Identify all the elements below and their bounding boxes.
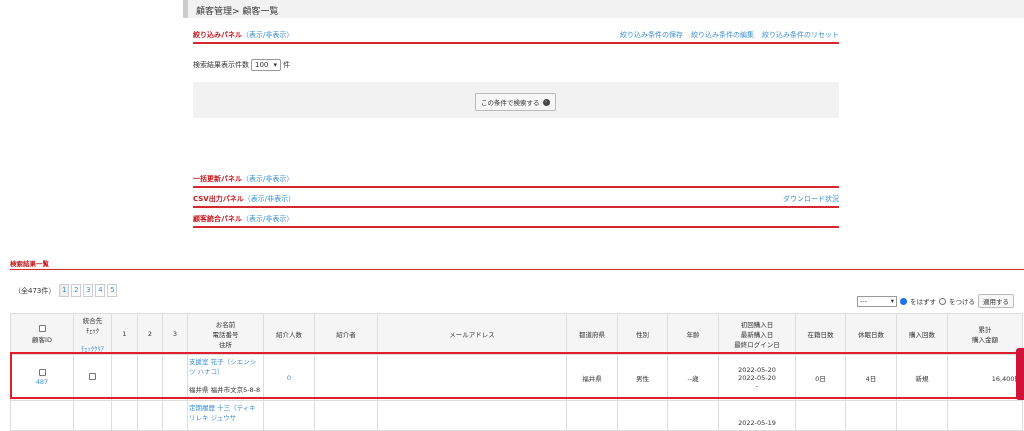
page-3[interactable]: 3: [83, 284, 94, 297]
side-tab[interactable]: [1016, 348, 1024, 400]
filter-panel-header: 絞り込みパネル（表示/非表示） 絞り込み条件の保存 絞り込み条件の編集 絞り込み条件…: [193, 30, 839, 44]
page-5[interactable]: 5: [107, 284, 118, 297]
bulk-action-bar: --- ▾ をはずす をつける 適用する: [857, 294, 1014, 308]
header-purchases: 購入回数: [896, 313, 948, 355]
header-id: 顧客ID: [32, 335, 52, 344]
page-1[interactable]: 1: [59, 284, 70, 297]
header-total-amount: 購入金額: [972, 336, 998, 344]
total-count: （全473件）: [14, 286, 56, 295]
select-all-checkbox[interactable]: [38, 324, 46, 332]
edit-filter-link[interactable]: 絞り込み条件の編集: [691, 31, 754, 39]
arrow-right-icon: ›: [542, 98, 550, 106]
customer-name-link[interactable]: 定期履歴 十三（ティキリレキ ジュウサ: [189, 404, 256, 422]
page-4[interactable]: 4: [95, 284, 106, 297]
apply-button[interactable]: 適用する: [978, 294, 1014, 308]
header-first-purchase: 初回購入日: [740, 321, 774, 329]
first-purchase: 2022-05-19: [738, 419, 776, 427]
download-status-link[interactable]: ダウンロード状況: [783, 195, 839, 203]
header-last-login: 最終ログイン日: [734, 341, 780, 349]
header-1: 1: [111, 313, 138, 355]
breadcrumb: 顧客管理> 顧客一覧: [183, 0, 1024, 18]
header-address: 住所: [219, 341, 232, 349]
pagination: （全473件） 12345: [14, 284, 119, 297]
reset-filter-link[interactable]: 絞り込み条件のリセット: [762, 31, 839, 39]
bulk-panel-title: 一括更新パネル: [193, 175, 242, 183]
header-email: メールアドレス: [377, 313, 567, 355]
header-merge-check: ﾁｪｯｸ: [86, 327, 99, 335]
filter-panel-toggle[interactable]: （表示/非表示）: [242, 31, 293, 39]
radio-remove[interactable]: [900, 297, 907, 305]
merge-panel-toggle[interactable]: （表示/非表示）: [242, 215, 293, 223]
filter-panel-title: 絞り込みパネル: [193, 31, 242, 39]
header-merge: 統合先: [82, 317, 103, 325]
bulk-panel-toggle[interactable]: （表示/非表示）: [242, 175, 293, 183]
bulk-select-value: ---: [860, 296, 868, 305]
header-2: 2: [137, 313, 163, 355]
header-age: 年齢: [667, 313, 719, 355]
per-page-label: 検索結果表示件数: [193, 61, 249, 69]
results-title: 検索結果一覧: [10, 258, 1024, 270]
per-page-value: 100: [255, 61, 269, 69]
save-filter-link[interactable]: 絞り込み条件の保存: [620, 31, 683, 39]
header-total: 累計: [978, 326, 992, 334]
bulk-select[interactable]: --- ▾: [857, 295, 897, 307]
per-page-select[interactable]: 100 ▾: [251, 59, 281, 71]
chevron-down-icon: ▾: [273, 61, 277, 69]
radio-remove-label: をはずす: [910, 298, 936, 306]
header-latest-purchase: 最新購入日: [740, 331, 774, 339]
search-button[interactable]: この条件で検索する ›: [475, 93, 556, 111]
search-area: この条件で検索する ›: [193, 82, 839, 118]
per-page-unit: 件: [283, 61, 290, 69]
csv-panel-title: CSV出力パネル: [193, 195, 244, 203]
table-header: 顧客ID 統合先 ﾁｪｯｸ ﾁｪｯｸｸﾘｱ 1 2 3 お名前 電話番号 住所 紹介人数…: [10, 313, 1023, 355]
header-gender: 性別: [617, 313, 668, 355]
header-days-member: 在籍日数: [795, 313, 846, 355]
table-row: 定期履歴 十三（ティキリレキ ジュウサ 2022-05-19: [10, 400, 1023, 431]
search-button-label: この条件で検索する: [481, 99, 540, 107]
csv-panel-toggle[interactable]: （表示/非表示）: [244, 195, 295, 203]
merge-panel-title: 顧客統合パネル: [193, 215, 242, 223]
header-prefecture: 都道府県: [566, 313, 618, 355]
radio-add[interactable]: [939, 297, 946, 305]
header-referrals: 紹介人数: [263, 313, 315, 355]
per-page-row: 検索結果表示件数 100 ▾ 件: [193, 59, 290, 71]
radio-add-label: をつける: [949, 298, 975, 306]
header-phone: 電話番号: [212, 331, 239, 339]
highlight-box: [10, 352, 1020, 399]
header-3: 3: [162, 313, 188, 355]
chevron-down-icon: ▾: [890, 296, 894, 305]
header-referrer: 紹介者: [314, 313, 378, 355]
header-name: お名前: [215, 321, 236, 329]
page-2[interactable]: 2: [71, 284, 82, 297]
header-days-idle: 休眠日数: [845, 313, 897, 355]
